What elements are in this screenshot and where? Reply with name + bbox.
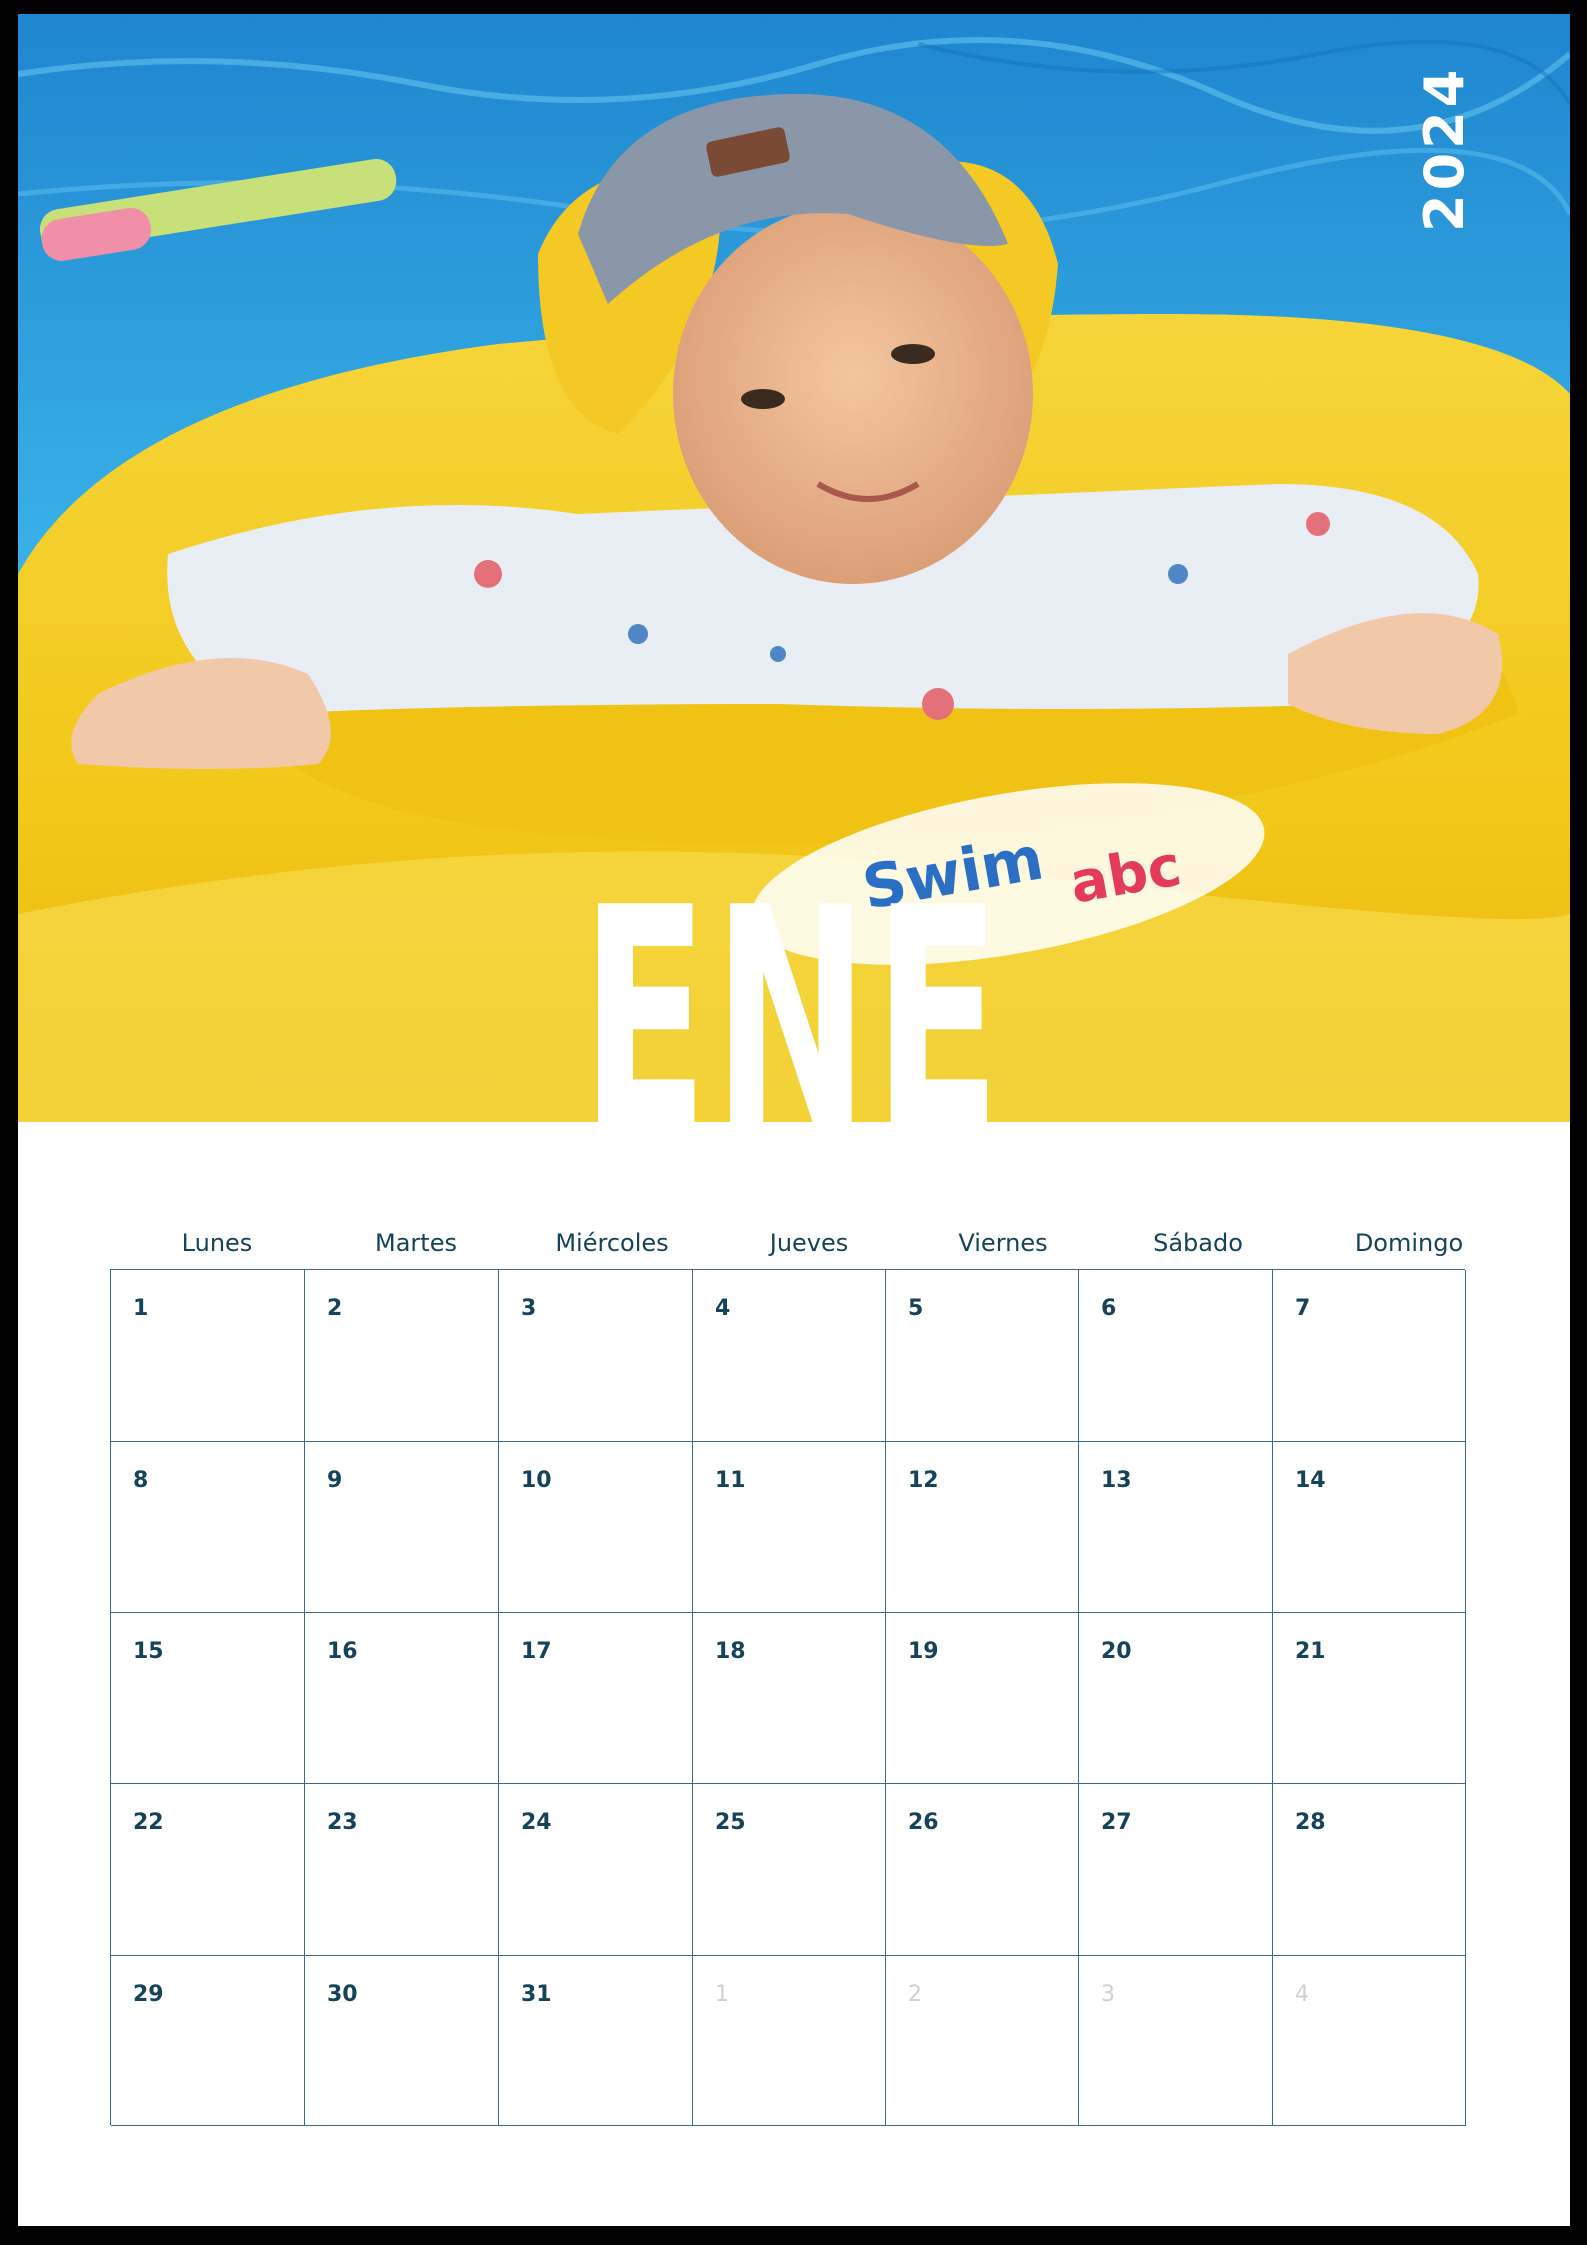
day-number: 14 [1295, 1468, 1326, 1493]
day-number-next-month: 3 [1101, 1982, 1115, 2007]
day-cell[interactable]: 21 [1273, 1613, 1466, 1784]
header-photo: Swim abc 2024 ENERO [18, 14, 1570, 1122]
day-number-next-month: 1 [715, 1982, 729, 2007]
day-number: 7 [1295, 1296, 1311, 1321]
day-number: 22 [133, 1810, 164, 1835]
day-cell[interactable]: 2 [305, 1270, 499, 1442]
day-cell[interactable]: 13 [1079, 1442, 1273, 1613]
weekday-2: Martes [375, 1229, 457, 1257]
day-number: 2 [327, 1296, 343, 1321]
day-cell[interactable]: 16 [305, 1613, 499, 1784]
day-number: 27 [1101, 1810, 1132, 1835]
day-cell[interactable]: 8 [111, 1442, 305, 1613]
day-cell[interactable]: 17 [499, 1613, 693, 1784]
day-number: 28 [1295, 1810, 1326, 1835]
day-number: 16 [327, 1639, 358, 1664]
day-number: 25 [715, 1810, 746, 1835]
day-cell[interactable]: 14 [1273, 1442, 1466, 1613]
month-title: ENERO [581, 854, 1015, 1122]
day-cell[interactable]: 28 [1273, 1784, 1466, 1956]
day-cell[interactable]: 2 [886, 1956, 1079, 2126]
day-cell[interactable]: 29 [111, 1956, 305, 2126]
day-cell[interactable]: 12 [886, 1442, 1079, 1613]
day-number: 12 [908, 1468, 939, 1493]
calendar-sheet: Swim abc 2024 ENERO Lunes Martes Miércoles… [18, 14, 1570, 2226]
weekday-6: Sábado [1153, 1229, 1243, 1257]
weekday-4: Jueves [769, 1229, 849, 1257]
day-cell[interactable]: 18 [693, 1613, 886, 1784]
weekday-1: Lunes [181, 1229, 253, 1257]
day-number: 6 [1101, 1296, 1117, 1321]
day-number: 21 [1295, 1639, 1326, 1664]
day-cell[interactable]: 5 [886, 1270, 1079, 1442]
day-cell[interactable]: 15 [111, 1613, 305, 1784]
day-cell[interactable]: 3 [1079, 1956, 1273, 2126]
day-number: 26 [908, 1810, 939, 1835]
day-cell[interactable]: 20 [1079, 1613, 1273, 1784]
day-cell[interactable]: 26 [886, 1784, 1079, 1956]
day-cell[interactable]: 22 [111, 1784, 305, 1956]
calendar-grid: 1 2 3 4 5 6 7 8 9 10 11 12 13 14 15 16 17 18 19 20 21 22 23 24 2… [110, 1269, 1466, 2126]
day-cell[interactable]: 31 [499, 1956, 693, 2126]
day-cell[interactable]: 4 [693, 1270, 886, 1442]
day-cell[interactable]: 27 [1079, 1784, 1273, 1956]
day-number: 10 [521, 1468, 552, 1493]
day-number: 5 [908, 1296, 924, 1321]
day-cell[interactable]: 24 [499, 1784, 693, 1956]
day-cell[interactable]: 6 [1079, 1270, 1273, 1442]
day-cell[interactable]: 1 [111, 1270, 305, 1442]
day-number: 20 [1101, 1639, 1132, 1664]
day-number-next-month: 4 [1295, 1982, 1309, 2007]
day-cell[interactable]: 23 [305, 1784, 499, 1956]
day-number: 30 [327, 1982, 358, 2007]
day-number: 3 [521, 1296, 537, 1321]
day-number: 29 [133, 1982, 164, 2007]
day-cell[interactable]: 9 [305, 1442, 499, 1613]
weekday-header-row: Lunes Martes Miércoles Jueves Viernes Sábado D… [110, 1229, 1482, 1269]
day-number: 31 [521, 1982, 552, 2007]
day-number: 15 [133, 1639, 164, 1664]
day-number: 19 [908, 1639, 939, 1664]
weekday-7: Domingo [1354, 1229, 1464, 1257]
weekday-5: Viernes [958, 1229, 1048, 1257]
year-label: 2024 [1413, 65, 1476, 232]
day-number: 18 [715, 1639, 746, 1664]
day-cell[interactable]: 7 [1273, 1270, 1466, 1442]
day-number: 17 [521, 1639, 552, 1664]
day-cell[interactable]: 25 [693, 1784, 886, 1956]
day-number: 11 [715, 1468, 746, 1493]
day-cell[interactable]: 30 [305, 1956, 499, 2126]
day-number: 1 [133, 1296, 149, 1321]
day-number-next-month: 2 [908, 1982, 922, 2007]
calendar-page-frame: Swim abc 2024 ENERO Lunes Martes Miércoles… [0, 0, 1587, 2245]
day-cell[interactable]: 11 [693, 1442, 886, 1613]
day-cell[interactable]: 1 [693, 1956, 886, 2126]
day-number: 13 [1101, 1468, 1132, 1493]
day-number: 8 [133, 1468, 149, 1493]
day-number: 4 [715, 1296, 731, 1321]
weekday-3: Miércoles [555, 1229, 669, 1257]
day-number: 23 [327, 1810, 358, 1835]
day-number: 9 [327, 1468, 343, 1493]
day-cell[interactable]: 3 [499, 1270, 693, 1442]
day-number: 24 [521, 1810, 552, 1835]
day-cell[interactable]: 10 [499, 1442, 693, 1613]
day-cell[interactable]: 19 [886, 1613, 1079, 1784]
day-cell[interactable]: 4 [1273, 1956, 1466, 2126]
